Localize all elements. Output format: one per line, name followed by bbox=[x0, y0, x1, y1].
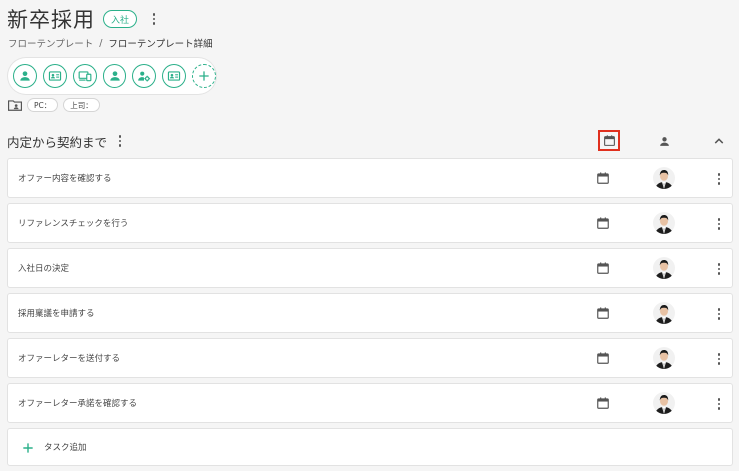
breadcrumb-current: フローテンプレート詳細 bbox=[108, 39, 213, 50]
task-row[interactable]: 入社日の決定 bbox=[7, 248, 733, 288]
task-row[interactable]: オファー内容を確認する bbox=[7, 158, 733, 198]
task-row[interactable]: 採用稟議を申請する bbox=[7, 293, 733, 333]
breadcrumb-parent-link[interactable]: フローテンプレート bbox=[8, 36, 93, 50]
avatar[interactable] bbox=[653, 212, 675, 234]
task-more-icon[interactable] bbox=[712, 170, 726, 188]
avatar[interactable] bbox=[653, 167, 675, 189]
id-card-icon[interactable] bbox=[42, 64, 67, 88]
add-task-button[interactable]: タスク追加 bbox=[7, 428, 733, 466]
manager-chip[interactable]: 上司： bbox=[63, 98, 100, 112]
page-title: 新卒採用 bbox=[7, 8, 95, 32]
calendar-icon[interactable] bbox=[596, 396, 610, 410]
plus-icon bbox=[23, 443, 33, 453]
task-row[interactable]: リファレンスチェックを行う bbox=[7, 203, 733, 243]
task-more-icon[interactable] bbox=[712, 350, 726, 368]
task-label: オファー内容を確認する bbox=[18, 174, 112, 184]
task-more-icon[interactable] bbox=[712, 215, 726, 233]
pc-chip[interactable]: PC： bbox=[27, 98, 59, 112]
task-label: リファレンスチェックを行う bbox=[18, 219, 129, 229]
calendar-icon[interactable] bbox=[596, 171, 610, 185]
task-row[interactable]: オファーレターを送付する bbox=[7, 338, 733, 378]
chevron-up-icon[interactable] bbox=[710, 132, 728, 150]
avatar[interactable] bbox=[653, 392, 675, 414]
avatar[interactable] bbox=[653, 302, 675, 324]
person-icon[interactable] bbox=[13, 64, 37, 88]
settings-icon[interactable] bbox=[132, 64, 157, 88]
person-icon[interactable] bbox=[655, 132, 673, 150]
meta-row: PC： 上司： bbox=[8, 98, 100, 112]
task-label: オファーレター承諾を確認する bbox=[18, 399, 138, 409]
add-task-label: タスク追加 bbox=[44, 443, 87, 453]
calendar-icon[interactable] bbox=[596, 351, 610, 365]
task-row[interactable]: オファーレター承諾を確認する bbox=[7, 383, 733, 423]
task-more-icon[interactable] bbox=[712, 260, 726, 278]
icon-toolbar bbox=[8, 58, 217, 94]
task-label: オファーレターを送付する bbox=[18, 354, 121, 364]
calendar-icon[interactable] bbox=[596, 216, 610, 230]
avatar[interactable] bbox=[653, 347, 675, 369]
avatar[interactable] bbox=[653, 257, 675, 279]
breadcrumb-separator: / bbox=[99, 37, 103, 49]
title-row: 新卒採用 入社 bbox=[7, 4, 161, 34]
devices-icon[interactable] bbox=[72, 64, 97, 88]
calendar-icon[interactable] bbox=[596, 306, 610, 320]
folder-user-icon bbox=[8, 100, 22, 111]
task-more-icon[interactable] bbox=[712, 395, 726, 413]
calendar-icon[interactable] bbox=[598, 130, 620, 151]
calendar-icon[interactable] bbox=[596, 261, 610, 275]
status-badge: 入社 bbox=[103, 10, 138, 28]
task-label: 入社日の決定 bbox=[18, 264, 70, 274]
person-icon[interactable] bbox=[102, 64, 127, 88]
title-more-icon[interactable] bbox=[147, 10, 161, 28]
breadcrumb: フローテンプレート / フローテンプレート詳細 bbox=[8, 36, 213, 51]
id-card-icon[interactable] bbox=[162, 64, 187, 88]
task-list: オファー内容を確認する リファレンスチェックを行う 入社日の決定 採用稟議を申請… bbox=[7, 158, 733, 466]
task-label: 採用稟議を申請する bbox=[18, 309, 95, 319]
task-more-icon[interactable] bbox=[712, 305, 726, 323]
section-more-icon[interactable] bbox=[113, 132, 127, 150]
section-title: 内定から契約まで bbox=[7, 134, 108, 150]
plus-icon[interactable] bbox=[192, 64, 217, 88]
section-header: 内定から契約まで bbox=[7, 128, 732, 154]
